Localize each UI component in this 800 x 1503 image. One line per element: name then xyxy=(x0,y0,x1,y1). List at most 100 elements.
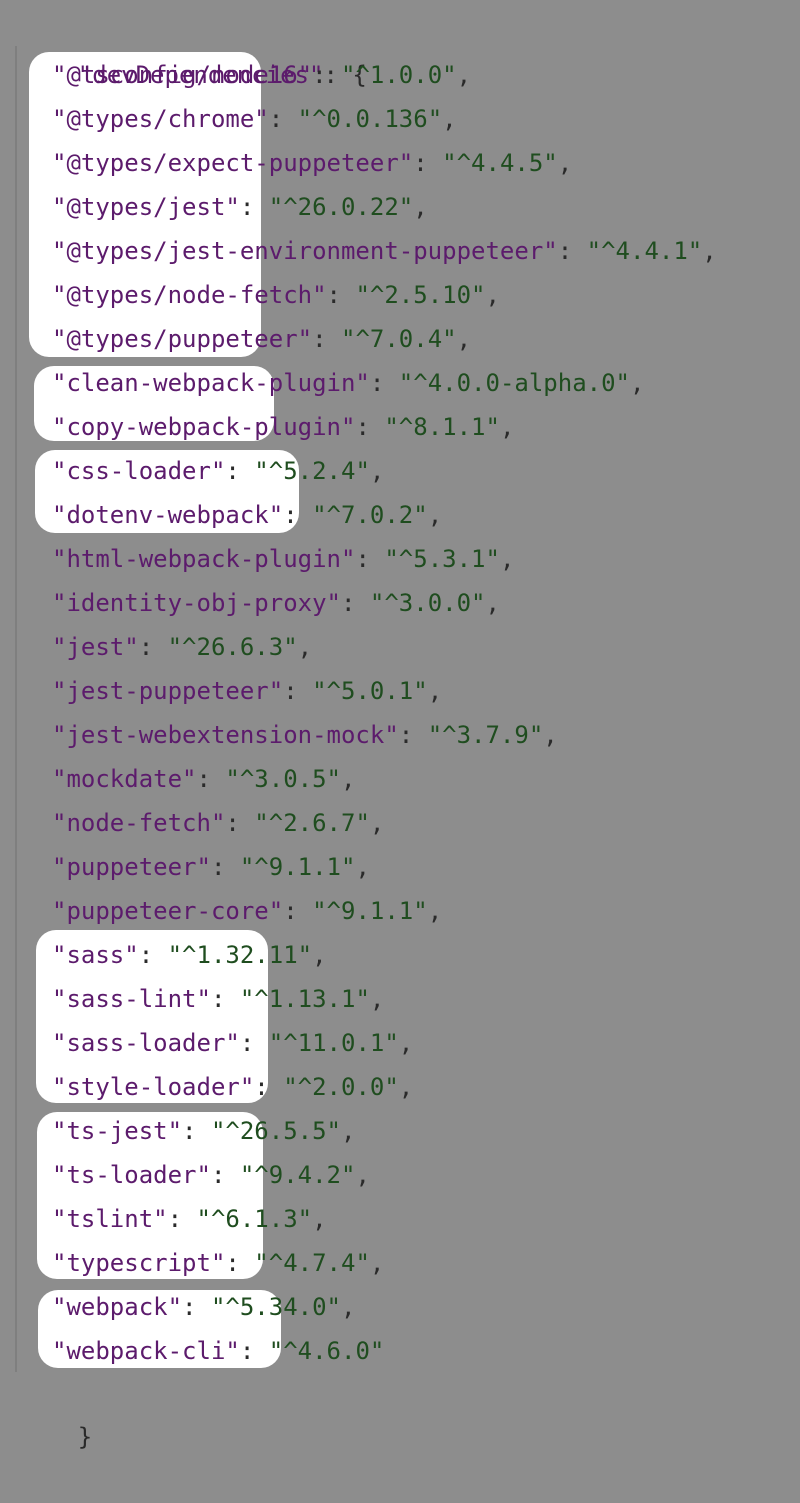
dependency-name: "webpack-cli" xyxy=(52,1337,240,1365)
comma: , xyxy=(355,853,370,881)
colon-separator: : xyxy=(210,1161,240,1189)
dependency-name: "node-fetch" xyxy=(52,809,226,837)
comma: , xyxy=(341,1117,356,1145)
comma: , xyxy=(369,809,385,837)
comma: , xyxy=(355,1161,370,1189)
dependency-name: "@tsconfig/node16" xyxy=(52,61,313,89)
dependency-name: "typescript" xyxy=(52,1249,226,1277)
dependency-version: "^0.0.136" xyxy=(297,105,443,133)
dependency-name: "mockdate" xyxy=(52,765,197,793)
dependency-name: "dotenv-webpack" xyxy=(52,501,284,529)
dependency-name: "sass" xyxy=(52,941,139,969)
dependency-name: "puppeteer" xyxy=(52,853,211,881)
dependency-name: "html-webpack-plugin" xyxy=(52,545,356,573)
dependency-name: "tslint" xyxy=(52,1205,168,1233)
colon-separator: : xyxy=(182,1293,211,1321)
comma: , xyxy=(485,589,500,617)
comma: , xyxy=(427,501,443,529)
dependency-name: "@types/node-fetch" xyxy=(52,281,327,309)
colon-separator: : xyxy=(138,941,168,969)
colon-separator: : xyxy=(340,589,370,617)
dependency-line: "sass": "^1.32.11", xyxy=(52,933,327,977)
dependency-name: "@types/jest" xyxy=(52,193,240,221)
dependency-version: "^5.3.1" xyxy=(384,545,500,573)
comma: , xyxy=(442,105,457,133)
indent-guide xyxy=(15,46,17,1372)
dependency-version: "^3.0.5" xyxy=(225,765,341,793)
colon-separator: : xyxy=(369,369,399,397)
dependency-name: "@types/puppeteer" xyxy=(52,325,313,353)
dependency-version: "^1.0.0" xyxy=(341,61,457,89)
comma: , xyxy=(499,413,515,441)
dependency-version: "^7.0.2" xyxy=(312,501,428,529)
dependency-line: "copy-webpack-plugin": "^8.1.1", xyxy=(52,405,514,449)
comma: , xyxy=(369,1249,385,1277)
comma: , xyxy=(557,149,573,177)
dependency-version: "^3.0.0" xyxy=(369,589,486,617)
colon-separator: : xyxy=(182,1117,211,1145)
dependency-name: "jest-webextension-mock" xyxy=(52,721,399,749)
colon-separator: : xyxy=(283,897,313,925)
dependency-line: "webpack": "^5.34.0", xyxy=(52,1285,355,1329)
dependency-line: "sass-loader": "^11.0.1", xyxy=(52,1021,413,1065)
comma: , xyxy=(312,941,327,969)
colon-separator: : xyxy=(210,985,240,1013)
dependency-version: "^11.0.1" xyxy=(268,1029,399,1057)
comma: , xyxy=(398,1073,414,1101)
colon-separator: : xyxy=(312,325,341,353)
comma: , xyxy=(456,325,472,353)
dependency-version: "^1.32.11" xyxy=(167,941,313,969)
colon-separator: : xyxy=(283,677,313,705)
dependency-version: "^2.0.0" xyxy=(283,1073,399,1101)
dependency-version: "^4.4.1" xyxy=(586,237,703,265)
colon-separator: : xyxy=(196,765,226,793)
dependency-name: "ts-loader" xyxy=(52,1161,211,1189)
comma: , xyxy=(297,633,313,661)
dependency-line: "typescript": "^4.7.4", xyxy=(52,1241,384,1285)
comma: , xyxy=(398,1029,414,1057)
dependency-version: "^9.4.2" xyxy=(239,1161,356,1189)
code-editor[interactable]: "devDependencies": { "@tsconfig/node16":… xyxy=(0,0,800,1451)
dependency-line: "clean-webpack-plugin": "^4.0.0-alpha.0"… xyxy=(52,361,644,405)
dependency-version: "^5.0.1" xyxy=(312,677,428,705)
dependency-version: "^2.5.10" xyxy=(355,281,486,309)
colon-separator: : xyxy=(225,809,255,837)
dependency-name: "sass-lint" xyxy=(52,985,211,1013)
dependency-line: "@types/jest": "^26.0.22", xyxy=(52,185,428,229)
dependency-line: "puppeteer-core": "^9.1.1", xyxy=(52,889,442,933)
comma: , xyxy=(499,545,515,573)
colon-separator: : xyxy=(355,413,385,441)
dependency-line: "@types/expect-puppeteer": "^4.4.5", xyxy=(52,141,572,185)
dependency-line: "ts-jest": "^26.5.5", xyxy=(52,1109,355,1153)
dependency-name: "identity-obj-proxy" xyxy=(52,589,341,617)
dependency-version: "^26.6.3" xyxy=(167,633,298,661)
colon-separator: : xyxy=(413,149,443,177)
comma: , xyxy=(369,985,385,1013)
dependency-name: "copy-webpack-plugin" xyxy=(52,413,356,441)
dependency-name: "jest-puppeteer" xyxy=(52,677,284,705)
dependency-version: "^3.7.9" xyxy=(427,721,544,749)
dependency-name: "jest" xyxy=(52,633,139,661)
dependency-name: "puppeteer-core" xyxy=(52,897,284,925)
colon-separator: : xyxy=(239,193,269,221)
comma: , xyxy=(341,1293,356,1321)
colon-separator: : xyxy=(312,61,341,89)
dependency-name: "@types/jest-environment-puppeteer" xyxy=(52,237,558,265)
comma: , xyxy=(369,457,385,485)
dependency-version: "^4.0.0-alpha.0" xyxy=(398,369,630,397)
comma: , xyxy=(413,193,428,221)
dependency-line: "identity-obj-proxy": "^3.0.0", xyxy=(52,581,500,625)
colon-separator: : xyxy=(398,721,428,749)
comma: , xyxy=(485,281,500,309)
dependency-line: "puppeteer": "^9.1.1", xyxy=(52,845,370,889)
colon-separator: : xyxy=(268,105,298,133)
comma: , xyxy=(312,1205,327,1233)
dependency-version: "^6.1.3" xyxy=(196,1205,313,1233)
dependency-name: "sass-loader" xyxy=(52,1029,240,1057)
dependency-line: "@tsconfig/node16": "^1.0.0", xyxy=(52,53,471,97)
dependency-version: "^9.1.1" xyxy=(239,853,356,881)
dependency-version: "^2.6.7" xyxy=(254,809,370,837)
comma: , xyxy=(629,369,645,397)
dependency-line: "@types/puppeteer": "^7.0.4", xyxy=(52,317,471,361)
dependency-version: "^5.34.0" xyxy=(210,1293,341,1321)
